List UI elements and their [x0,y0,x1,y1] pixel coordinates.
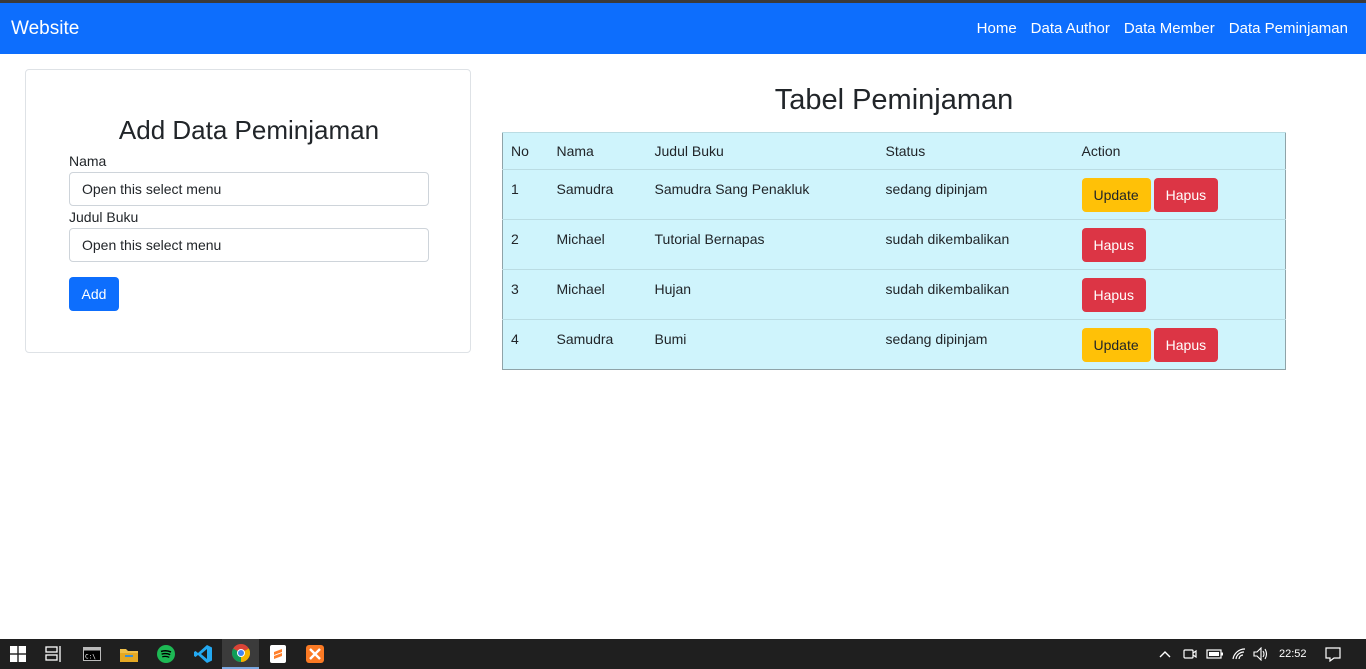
table-row: 4 Samudra Bumi sedang dipinjam Update Hap… [502,319,1286,370]
header-status: Status [877,132,1074,170]
sublime-icon[interactable] [260,639,296,669]
table-row: 1 Samudra Samudra Sang Penakluk sedang d… [502,169,1286,220]
table-row: 3 Michael Hujan sudah dikembalikan Hapus [502,269,1286,320]
hapus-button[interactable]: Hapus [1153,328,1219,362]
cell-nama: Samudra [548,169,647,220]
update-button[interactable]: Update [1081,328,1151,362]
nav-links: Home Data Author Data Member Data Peminj… [977,20,1348,37]
nav-link-data-author[interactable]: Data Author [1031,20,1110,37]
table-title: Tabel Peminjaman [774,84,1014,116]
nav-link-home[interactable]: Home [977,20,1017,37]
cell-status: sedang dipinjam [877,169,1074,220]
hapus-button[interactable]: Hapus [1153,178,1219,212]
cell-nama: Michael [548,219,647,270]
cell-nama: Michael [548,269,647,320]
cell-status: sudah dikembalikan [877,219,1074,270]
cell-action: Update Hapus [1073,169,1286,220]
taskbar: C:\ 22:52 [0,639,1366,669]
nama-select[interactable]: Open this select menu [69,172,429,206]
peminjaman-table: No Nama Judul Buku Status Action 1 Samud… [502,132,1286,370]
header-nama: Nama [548,132,647,170]
judul-buku-label: Judul Buku [69,209,139,225]
clock[interactable]: 22:52 [1279,639,1309,669]
judul-buku-select[interactable]: Open this select menu [69,228,429,262]
chrome-icon[interactable] [222,639,259,669]
notifications-icon[interactable] [1325,639,1341,669]
spotify-icon[interactable] [148,639,184,669]
cell-no: 4 [502,319,549,370]
hapus-button[interactable]: Hapus [1081,278,1146,312]
windows-start-icon[interactable] [0,639,36,669]
add-form-card: Add Data Peminjaman Nama Open this selec… [25,69,471,353]
nav-link-data-peminjaman[interactable]: Data Peminjaman [1229,20,1348,37]
cell-judul: Tutorial Bernapas [646,219,878,270]
file-explorer-icon[interactable] [111,639,147,669]
header-judul-buku: Judul Buku [646,132,878,170]
cell-status: sudah dikembalikan [877,269,1074,320]
cell-no: 1 [502,169,549,220]
add-button[interactable]: Add [69,277,119,311]
table-header-row: No Nama Judul Buku Status Action [502,132,1286,170]
terminal-icon[interactable]: C:\ [74,639,110,669]
header-no: No [502,132,549,170]
cell-no: 2 [502,219,549,270]
cell-judul: Hujan [646,269,878,320]
cell-status: sedang dipinjam [877,319,1074,370]
volume-icon[interactable] [1253,639,1269,669]
cell-action: Hapus [1073,269,1286,320]
cell-action: Hapus [1073,219,1286,270]
show-hidden-icons-icon[interactable] [1158,639,1172,669]
update-button[interactable]: Update [1081,178,1151,212]
vscode-icon[interactable] [185,639,221,669]
cell-action: Update Hapus [1073,319,1286,370]
svg-text:C:\: C:\ [85,654,96,661]
task-view-icon[interactable] [36,639,72,669]
header-action: Action [1073,132,1286,170]
navbar: Website Home Data Author Data Member Dat… [0,3,1366,54]
meet-now-icon[interactable] [1183,639,1197,669]
navbar-brand[interactable]: Website [11,18,79,40]
form-title: Add Data Peminjaman [118,115,380,145]
table-row: 2 Michael Tutorial Bernapas sudah dikemb… [502,219,1286,270]
cell-no: 3 [502,269,549,320]
wifi-icon[interactable] [1232,639,1248,669]
cell-judul: Bumi [646,319,878,370]
cell-judul: Samudra Sang Penakluk [646,169,878,220]
hapus-button[interactable]: Hapus [1081,228,1146,262]
nama-label: Nama [69,153,107,169]
xampp-icon[interactable] [297,639,333,669]
battery-icon[interactable] [1206,639,1224,669]
nav-link-data-member[interactable]: Data Member [1124,20,1215,37]
cell-nama: Samudra [548,319,647,370]
